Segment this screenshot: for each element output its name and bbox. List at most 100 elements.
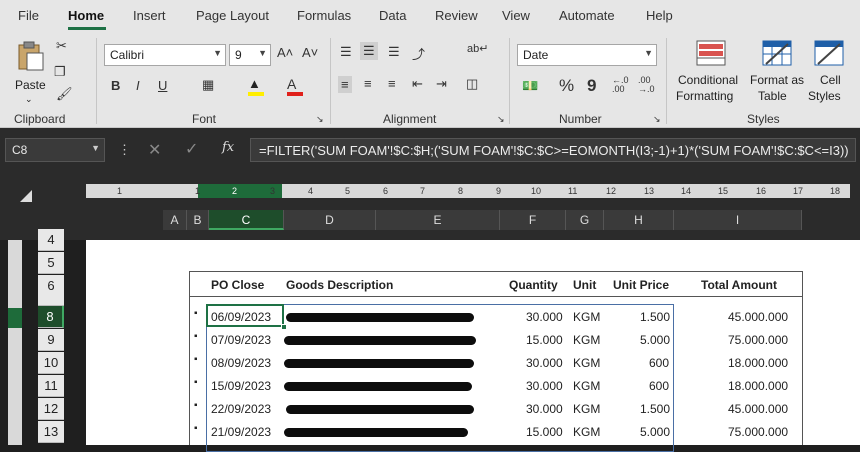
column-header-c[interactable]: C bbox=[209, 210, 284, 230]
row-header-9[interactable]: 9 bbox=[38, 329, 64, 351]
orientation-icon[interactable]: ⤴ bbox=[412, 44, 425, 63]
copy-icon[interactable]: ❐ bbox=[54, 64, 66, 80]
column-header-g[interactable]: G bbox=[566, 210, 604, 230]
bullet-icon: ▪ bbox=[194, 354, 198, 365]
tab-data[interactable]: Data bbox=[379, 8, 406, 23]
wrap-text-icon[interactable]: ab↵ bbox=[467, 42, 488, 55]
insert-function-button[interactable]: fx bbox=[222, 140, 234, 155]
total-amount-cell[interactable]: 45.000.000 bbox=[728, 402, 788, 416]
ruler-tick: 10 bbox=[531, 186, 542, 196]
select-all-icon[interactable] bbox=[20, 190, 32, 202]
column-header-b[interactable]: B bbox=[187, 210, 209, 230]
column-header-i[interactable]: I bbox=[674, 210, 802, 230]
name-box[interactable]: C8 ▼ bbox=[5, 138, 105, 162]
accounting-format-icon[interactable]: 💵 bbox=[522, 78, 538, 94]
dialog-launcher-icon[interactable]: ↘ bbox=[653, 114, 661, 125]
paste-button[interactable]: Paste ⌄ bbox=[12, 38, 48, 108]
tab-insert[interactable]: Insert bbox=[133, 8, 166, 23]
increase-decimal-button[interactable]: ←.0 .00 bbox=[612, 76, 629, 94]
ruler-tick: 16 bbox=[756, 186, 767, 196]
total-amount-cell[interactable]: 18.000.000 bbox=[728, 379, 788, 393]
underline-button[interactable]: U bbox=[158, 78, 167, 93]
format-as-table-button[interactable]: Format as Table bbox=[748, 38, 806, 108]
row-header-7[interactable] bbox=[38, 296, 64, 306]
decrease-indent-icon[interactable]: ⇤ bbox=[412, 76, 423, 92]
font-color-icon: A bbox=[287, 76, 297, 92]
font-name-value: Calibri bbox=[110, 48, 145, 62]
align-middle-icon[interactable]: ☰ bbox=[360, 42, 378, 60]
enter-icon[interactable]: ✓ bbox=[185, 139, 198, 159]
tab-automate[interactable]: Automate bbox=[559, 8, 615, 23]
chevron-down-icon: ⌄ bbox=[25, 94, 33, 104]
column-header-h[interactable]: H bbox=[604, 210, 674, 230]
cut-icon[interactable]: ✂ bbox=[56, 38, 67, 54]
align-left-icon[interactable]: ≡ bbox=[338, 76, 352, 93]
tab-help[interactable]: Help bbox=[646, 8, 673, 23]
align-bottom-icon[interactable]: ☰ bbox=[388, 44, 400, 60]
font-name-select[interactable]: Calibri ▼ bbox=[104, 44, 226, 66]
ruler-tick: 1 bbox=[117, 186, 123, 196]
cell-styles-label: Cell bbox=[820, 73, 841, 87]
align-top-icon[interactable]: ☰ bbox=[340, 44, 352, 60]
total-amount-cell[interactable]: 18.000.000 bbox=[728, 356, 788, 370]
row-header-6[interactable]: 6 bbox=[38, 275, 64, 297]
percent-style-button[interactable]: % bbox=[559, 76, 574, 96]
row-header-8[interactable]: 8 bbox=[38, 306, 64, 328]
active-cell[interactable] bbox=[206, 304, 284, 327]
tab-view[interactable]: View bbox=[502, 8, 530, 23]
font-size-select[interactable]: 9 ▼ bbox=[229, 44, 271, 66]
row-header-11[interactable]: 11 bbox=[38, 375, 64, 397]
row-header-10[interactable]: 10 bbox=[38, 352, 64, 374]
dialog-launcher-icon[interactable]: ↘ bbox=[316, 114, 324, 125]
grow-font-button[interactable]: A˄ bbox=[277, 45, 293, 60]
tab-page-layout[interactable]: Page Layout bbox=[196, 8, 269, 23]
name-box-value: C8 bbox=[12, 143, 28, 157]
format-as-table-label: Format as bbox=[750, 73, 805, 87]
tab-home[interactable]: Home bbox=[68, 8, 104, 23]
tab-formulas[interactable]: Formulas bbox=[297, 8, 351, 23]
more-options-icon[interactable]: ⋮ bbox=[118, 142, 131, 158]
header-total-amount: Total Amount bbox=[701, 278, 777, 292]
column-header-e[interactable]: E bbox=[376, 210, 500, 230]
row-header-12[interactable]: 12 bbox=[38, 398, 64, 420]
column-header-f[interactable]: F bbox=[500, 210, 566, 230]
ruler-area: 1 1 2 3 4 5 6 7 8 9 10 11 12 13 14 15 16… bbox=[0, 176, 860, 240]
borders-icon[interactable]: ▦ bbox=[202, 77, 214, 93]
tab-file[interactable]: File bbox=[18, 8, 39, 23]
increase-indent-icon[interactable]: ⇥ bbox=[436, 76, 447, 92]
total-amount-cell[interactable]: 75.000.000 bbox=[728, 333, 788, 347]
formula-input[interactable]: =FILTER('SUM FOAM'!$C:$H;('SUM FOAM'!$C:… bbox=[250, 138, 856, 162]
row-header-4[interactable]: 4 bbox=[38, 229, 64, 251]
tab-review[interactable]: Review bbox=[435, 8, 478, 23]
format-as-table-label2: Table bbox=[758, 89, 787, 103]
total-amount-cell[interactable]: 75.000.000 bbox=[728, 425, 788, 439]
ruler-tick: 3 bbox=[270, 186, 276, 196]
decrease-decimal-button[interactable]: .00 →.0 bbox=[638, 76, 655, 94]
fill-bucket-icon: ▲ bbox=[248, 76, 261, 91]
row-header-5[interactable]: 5 bbox=[38, 252, 64, 274]
chevron-down-icon: ▼ bbox=[644, 48, 653, 58]
row-header-13[interactable]: 13 bbox=[38, 421, 64, 443]
cancel-icon[interactable]: ✕ bbox=[148, 140, 161, 160]
cell-styles-button[interactable]: Cell Styles bbox=[806, 38, 854, 108]
dialog-launcher-icon[interactable]: ↘ bbox=[497, 114, 505, 125]
fill-color-button[interactable]: ▲ bbox=[248, 76, 266, 96]
bold-button[interactable]: B bbox=[111, 78, 120, 93]
column-header-d[interactable]: D bbox=[284, 210, 376, 230]
align-center-icon[interactable]: ≡ bbox=[364, 76, 372, 91]
italic-button[interactable]: I bbox=[136, 78, 140, 93]
shrink-font-button[interactable]: A˅ bbox=[302, 45, 318, 60]
format-painter-icon[interactable]: 🖌 bbox=[56, 86, 73, 102]
merge-center-icon[interactable]: ◫ bbox=[466, 76, 478, 92]
ruler-tick: 14 bbox=[681, 186, 692, 196]
conditional-formatting-button[interactable]: Conditional Formatting bbox=[674, 38, 748, 108]
column-header-a[interactable]: A bbox=[163, 210, 187, 230]
clipboard-group-label: Clipboard bbox=[14, 112, 66, 126]
align-right-icon[interactable]: ≡ bbox=[388, 76, 396, 91]
font-color-button[interactable]: A bbox=[287, 76, 305, 96]
fill-handle[interactable] bbox=[281, 324, 287, 330]
chevron-down-icon: ▼ bbox=[91, 143, 100, 153]
total-amount-cell[interactable]: 45.000.000 bbox=[728, 310, 788, 324]
number-format-select[interactable]: Date ▼ bbox=[517, 44, 657, 66]
comma-style-button[interactable]: 9 bbox=[587, 76, 596, 96]
